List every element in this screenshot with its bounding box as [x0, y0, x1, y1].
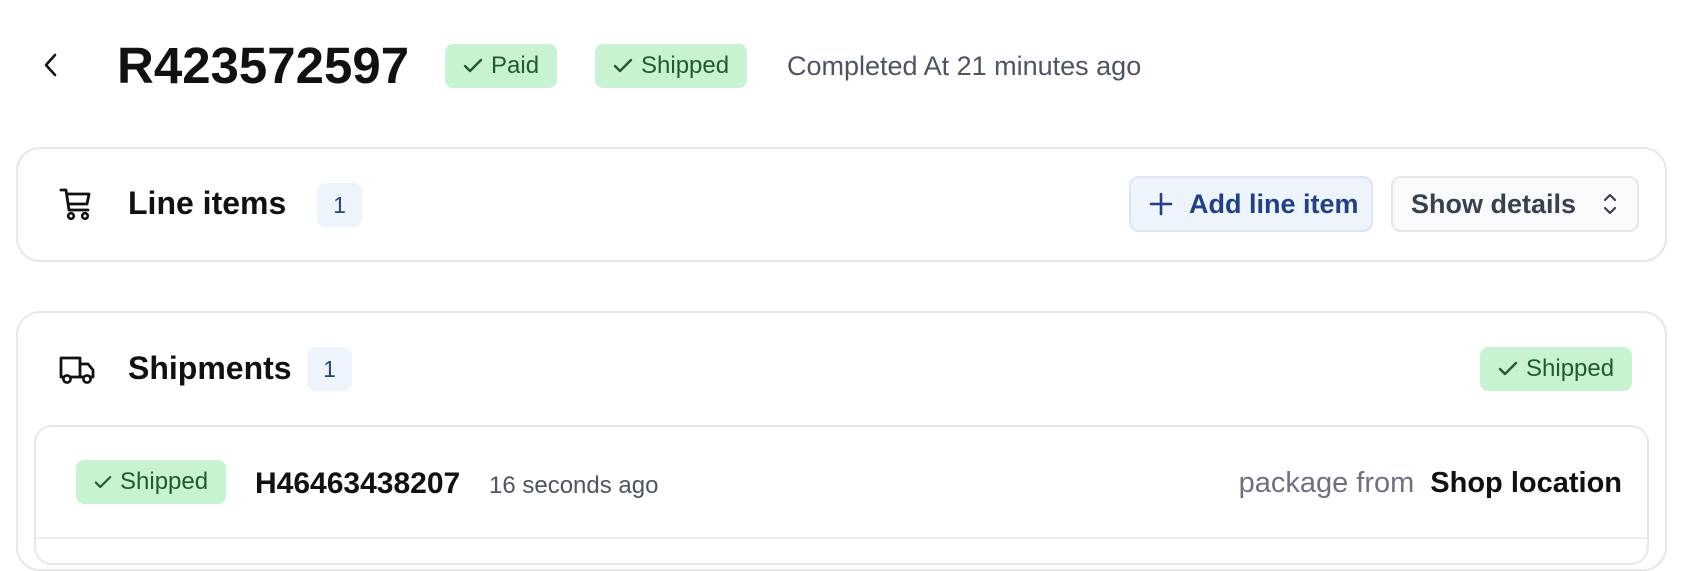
- badge-label: Shipped: [1526, 355, 1615, 382]
- add-line-item-label: Add line item: [1189, 188, 1359, 219]
- truck-icon: [59, 356, 95, 384]
- check-icon: [94, 475, 112, 488]
- divider: [36, 537, 1647, 539]
- badge-label: Shipped: [120, 468, 209, 495]
- package-location: Shop location: [1430, 467, 1622, 499]
- tracking-number[interactable]: H46463438207: [255, 467, 460, 501]
- chevron-up-down-icon: [1603, 193, 1617, 215]
- payment-status-badge: Paid: [445, 44, 558, 88]
- show-details-select[interactable]: Show details: [1391, 176, 1639, 232]
- shipments-title: Shipments: [128, 350, 292, 386]
- plus-icon: [1149, 192, 1173, 216]
- cart-icon: [59, 188, 91, 221]
- badge-label: Paid: [491, 52, 540, 79]
- package-from-label: package from: [1238, 467, 1415, 499]
- check-icon: [1498, 361, 1518, 376]
- line-items-count: 1: [317, 183, 362, 227]
- package-origin: package from Shop location: [1239, 467, 1622, 500]
- add-line-item-button[interactable]: Add line item: [1129, 176, 1373, 232]
- check-icon: [613, 58, 633, 73]
- shipment-item[interactable]: Shipped H46463438207 16 seconds ago pack…: [34, 425, 1649, 565]
- check-icon: [463, 58, 483, 73]
- shipment-status-badge: Shipped: [595, 44, 748, 88]
- shipment-item-status-badge: Shipped: [76, 460, 227, 504]
- line-items-title: Line items: [128, 185, 287, 221]
- badge-label: Shipped: [641, 52, 730, 79]
- shipment-time-ago: 16 seconds ago: [489, 472, 659, 499]
- completed-at-text: Completed At 21 minutes ago: [787, 51, 1142, 81]
- order-header: R423572597 Paid Shipped Completed At 21 …: [0, 0, 1682, 130]
- shipments-count: 1: [307, 347, 352, 391]
- order-number: R423572597: [117, 37, 410, 94]
- back-button[interactable]: [34, 48, 68, 82]
- chevron-left-icon: [44, 53, 57, 77]
- shipments-status-badge: Shipped: [1480, 347, 1633, 391]
- show-details-label: Show details: [1411, 188, 1577, 219]
